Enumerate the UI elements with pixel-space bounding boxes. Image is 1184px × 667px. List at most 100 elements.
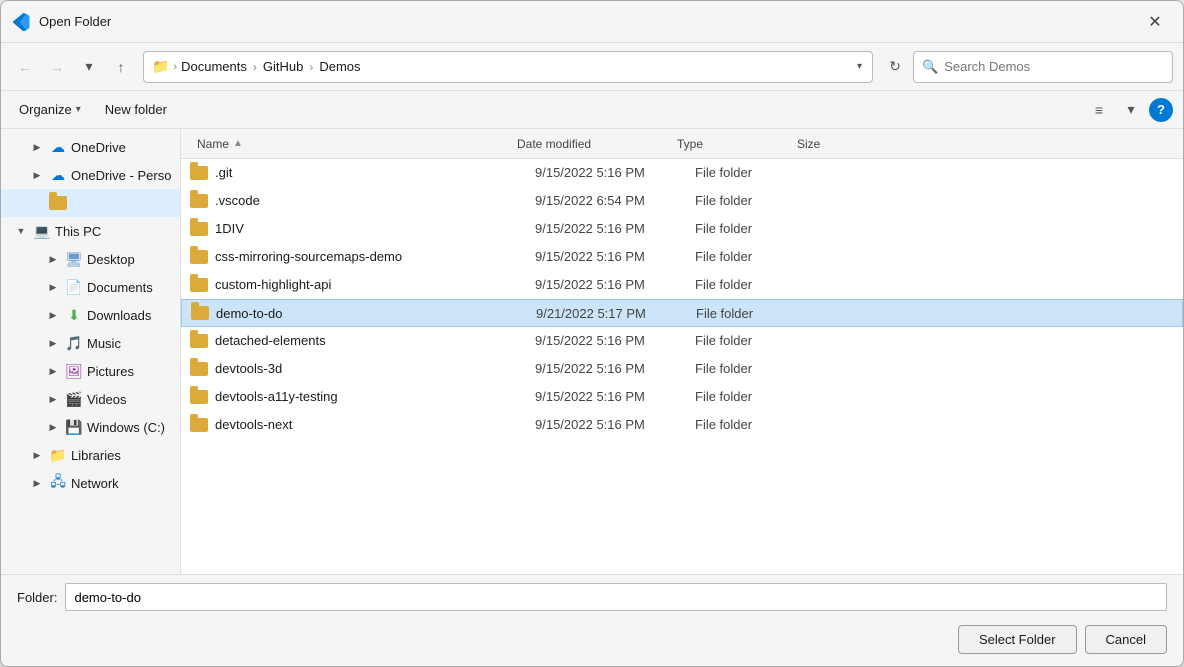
folder-icon <box>189 275 209 295</box>
address-dropdown-arrow[interactable]: ▾ <box>855 59 864 74</box>
sidebar-item-downloads[interactable]: ▶ ⬇ Downloads <box>1 301 180 329</box>
sidebar-item-network[interactable]: ▶ 🖧 Network <box>1 469 180 497</box>
sidebar-item-libraries[interactable]: ▶ 📁 Libraries <box>1 441 180 469</box>
view-options-button[interactable]: ≡ <box>1085 96 1113 124</box>
bottom-bar: Folder: Select Folder Cancel <box>1 574 1183 666</box>
col-header-size[interactable]: Size <box>789 137 869 151</box>
music-icon: 🎵 <box>65 334 83 352</box>
back-button[interactable]: ← <box>11 53 39 81</box>
file-date: 9/15/2022 5:16 PM <box>535 361 695 376</box>
dialog-title: Open Folder <box>39 14 1139 29</box>
desktop-icon: 🖥 <box>65 250 83 268</box>
sidebar-item-onedrive-personal[interactable]: ▶ ☁ OneDrive - Perso <box>1 161 180 189</box>
folder-icon <box>189 387 209 407</box>
sidebar-label-desktop: Desktop <box>87 252 135 267</box>
expand-arrow-downloads: ▶ <box>45 307 61 323</box>
sidebar-label-libraries: Libraries <box>71 448 121 463</box>
file-type: File folder <box>695 277 815 292</box>
downloads-icon: ⬇ <box>65 306 83 324</box>
file-row-selected[interactable]: demo-to-do 9/21/2022 5:17 PM File folder <box>181 299 1183 327</box>
folder-icon <box>189 219 209 239</box>
file-name: css-mirroring-sourcemaps-demo <box>215 249 535 264</box>
sidebar-label-windows-c: Windows (C:) <box>87 420 165 435</box>
help-button[interactable]: ? <box>1149 98 1173 122</box>
organize-button[interactable]: Organize ▾ <box>11 98 89 121</box>
folder-icon <box>189 415 209 435</box>
sidebar-item-desktop[interactable]: ▶ 🖥 Desktop <box>1 245 180 273</box>
onedrive-personal-icon: ☁ <box>49 166 67 184</box>
content-area: ▶ ☁ OneDrive ▶ ☁ OneDrive - Perso ▶ ▼ <box>1 129 1183 574</box>
sidebar-item-music[interactable]: ▶ 🎵 Music <box>1 329 180 357</box>
expand-arrow-onedrive: ▶ <box>29 139 45 155</box>
search-icon: 🔍 <box>922 59 938 75</box>
close-button[interactable]: ✕ <box>1139 6 1171 38</box>
toolbar-right: ≡ ▾ ? <box>1085 96 1173 124</box>
sidebar-item-videos[interactable]: ▶ 🎬 Videos <box>1 385 180 413</box>
sidebar-item-onedrive[interactable]: ▶ ☁ OneDrive <box>1 133 180 161</box>
network-icon: 🖧 <box>49 474 67 492</box>
expand-arrow-libraries: ▶ <box>29 447 45 463</box>
file-type: File folder <box>695 389 815 404</box>
folder-icon <box>189 163 209 183</box>
select-folder-button[interactable]: Select Folder <box>958 625 1077 654</box>
sidebar-label-music: Music <box>87 336 121 351</box>
file-type: File folder <box>695 361 815 376</box>
file-name-selected: demo-to-do <box>216 306 536 321</box>
file-row[interactable]: .git 9/15/2022 5:16 PM File folder <box>181 159 1183 187</box>
folder-icon <box>189 247 209 267</box>
organize-chevron: ▾ <box>76 104 81 115</box>
forward-button[interactable]: → <box>43 53 71 81</box>
expand-arrow-network: ▶ <box>29 475 45 491</box>
address-bar[interactable]: 📁 › Documents › GitHub › Demos ▾ <box>143 51 873 83</box>
onedrive-icon: ☁ <box>49 138 67 156</box>
sidebar-item-documents[interactable]: ▶ 📄 Documents <box>1 273 180 301</box>
file-row[interactable]: devtools-next 9/15/2022 5:16 PM File fol… <box>181 411 1183 439</box>
file-row[interactable]: devtools-3d 9/15/2022 5:16 PM File folde… <box>181 355 1183 383</box>
search-input[interactable] <box>944 59 1164 74</box>
expand-arrow-onedrive-personal: ▶ <box>29 167 45 183</box>
new-folder-label: New folder <box>105 102 167 117</box>
col-header-name[interactable]: Name ▲ <box>189 137 509 151</box>
folder-label: Folder: <box>17 590 57 605</box>
sidebar-item-this-pc[interactable]: ▼ 💻 This PC <box>1 217 180 245</box>
file-row[interactable]: devtools-a11y-testing 9/15/2022 5:16 PM … <box>181 383 1183 411</box>
expand-arrow-windows-c: ▶ <box>45 419 61 435</box>
col-header-date[interactable]: Date modified <box>509 137 669 151</box>
file-name: devtools-a11y-testing <box>215 389 535 404</box>
address-crumb-github[interactable]: GitHub <box>263 59 303 74</box>
up-button[interactable]: ↑ <box>107 53 135 81</box>
folder-icon-selected <box>190 303 210 323</box>
sidebar-item-pictures[interactable]: ▶ 🖼 Pictures <box>1 357 180 385</box>
button-row: Select Folder Cancel <box>1 619 1183 666</box>
file-date: 9/15/2022 5:16 PM <box>535 221 695 236</box>
col-header-type[interactable]: Type <box>669 137 789 151</box>
cancel-button[interactable]: Cancel <box>1085 625 1167 654</box>
sidebar: ▶ ☁ OneDrive ▶ ☁ OneDrive - Perso ▶ ▼ <box>1 129 181 574</box>
file-name: .vscode <box>215 193 535 208</box>
folder-input[interactable] <box>65 583 1167 611</box>
sidebar-item-active-folder[interactable]: ▶ <box>1 189 180 217</box>
address-sep-2: › <box>309 60 313 74</box>
address-chevron: › <box>173 61 177 73</box>
address-crumb-documents[interactable]: Documents <box>181 59 247 74</box>
sidebar-item-windows-c[interactable]: ▶ 💾 Windows (C:) <box>1 413 180 441</box>
dropdown-button[interactable]: ▾ <box>75 53 103 81</box>
new-folder-button[interactable]: New folder <box>97 98 175 121</box>
file-row[interactable]: custom-highlight-api 9/15/2022 5:16 PM F… <box>181 271 1183 299</box>
sidebar-label-pictures: Pictures <box>87 364 134 379</box>
file-row[interactable]: 1DIV 9/15/2022 5:16 PM File folder <box>181 215 1183 243</box>
file-date: 9/15/2022 5:16 PM <box>535 165 695 180</box>
folder-input-row: Folder: <box>1 575 1183 619</box>
file-date: 9/15/2022 5:16 PM <box>535 333 695 348</box>
file-type: File folder <box>695 417 815 432</box>
folder-icon <box>189 331 209 351</box>
folder-icon <box>189 359 209 379</box>
file-name: devtools-next <box>215 417 535 432</box>
file-type: File folder <box>695 333 815 348</box>
refresh-button[interactable]: ↻ <box>881 53 909 81</box>
view-dropdown-button[interactable]: ▾ <box>1117 96 1145 124</box>
address-crumb-demos[interactable]: Demos <box>319 59 360 74</box>
file-row[interactable]: detached-elements 9/15/2022 5:16 PM File… <box>181 327 1183 355</box>
file-row[interactable]: css-mirroring-sourcemaps-demo 9/15/2022 … <box>181 243 1183 271</box>
file-row[interactable]: .vscode 9/15/2022 6:54 PM File folder <box>181 187 1183 215</box>
